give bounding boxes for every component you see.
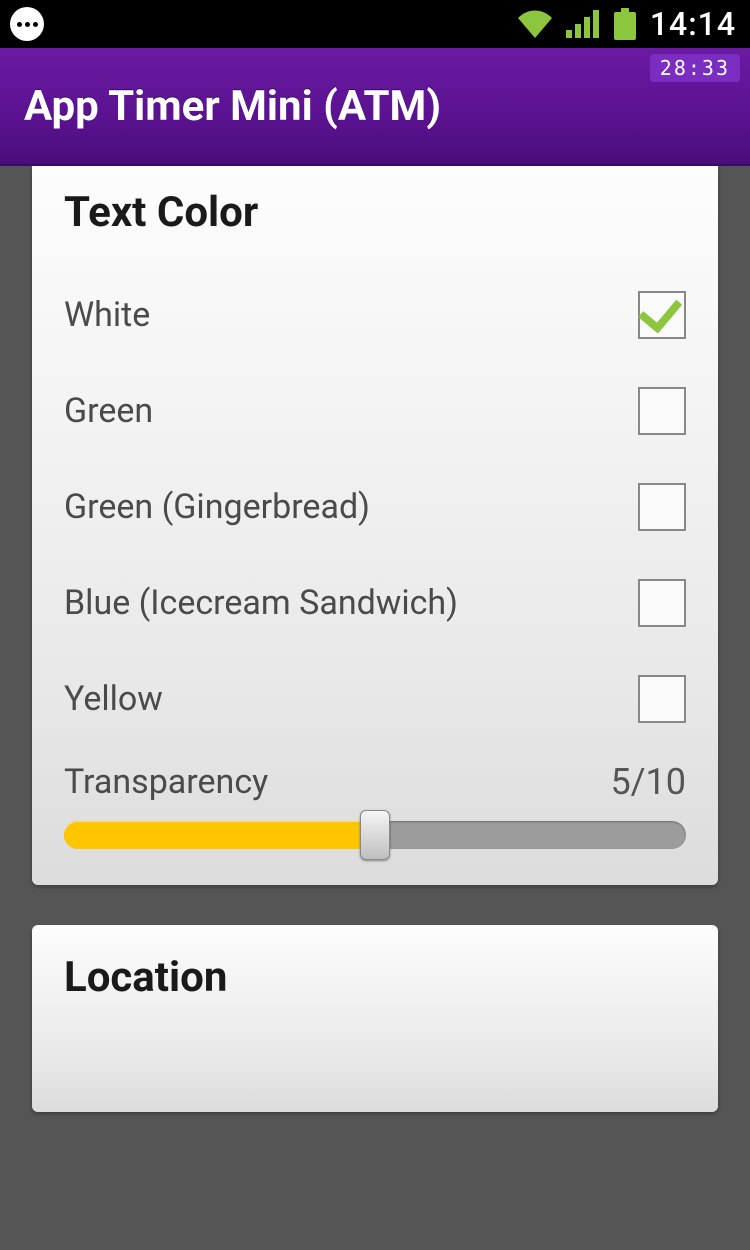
option-label: Blue (Icecream Sandwich) (64, 583, 458, 623)
section-title-text-color: Text Color (64, 188, 686, 237)
status-bar: 14:14 (0, 0, 750, 48)
checkbox-green-gingerbread[interactable] (638, 483, 686, 531)
checkbox-blue-ics[interactable] (638, 579, 686, 627)
app-bar: App Timer Mini (ATM) 28:33 (0, 48, 750, 166)
option-green[interactable]: Green (64, 363, 686, 459)
timer-badge: 28:33 (650, 54, 740, 82)
text-color-card: Text Color White Green Green (Gingerbrea… (32, 166, 718, 885)
battery-icon (614, 8, 636, 40)
checkbox-green[interactable] (638, 387, 686, 435)
section-title-location: Location (64, 953, 686, 1002)
notification-icon[interactable] (10, 7, 44, 41)
transparency-label: Transparency (64, 762, 268, 802)
transparency-slider[interactable] (64, 821, 686, 849)
checkbox-yellow[interactable] (638, 675, 686, 723)
option-yellow[interactable]: Yellow (64, 651, 686, 747)
app-title: App Timer Mini (ATM) (24, 82, 441, 131)
checkbox-white[interactable] (638, 291, 686, 339)
status-clock: 14:14 (650, 5, 736, 43)
slider-thumb[interactable] (360, 810, 390, 860)
option-white[interactable]: White (64, 267, 686, 363)
option-label: Yellow (64, 679, 163, 719)
option-label: Green (64, 391, 153, 431)
transparency-row: Transparency 5/10 (64, 761, 686, 803)
content-scroll[interactable]: Text Color White Green Green (Gingerbrea… (0, 166, 750, 1250)
wifi-icon (518, 10, 552, 38)
option-green-gingerbread[interactable]: Green (Gingerbread) (64, 459, 686, 555)
option-blue-ics[interactable]: Blue (Icecream Sandwich) (64, 555, 686, 651)
option-label: Green (Gingerbread) (64, 487, 370, 527)
signal-icon (566, 10, 600, 38)
location-card: Location (32, 925, 718, 1112)
option-label: White (64, 295, 150, 335)
transparency-value: 5/10 (610, 761, 686, 803)
